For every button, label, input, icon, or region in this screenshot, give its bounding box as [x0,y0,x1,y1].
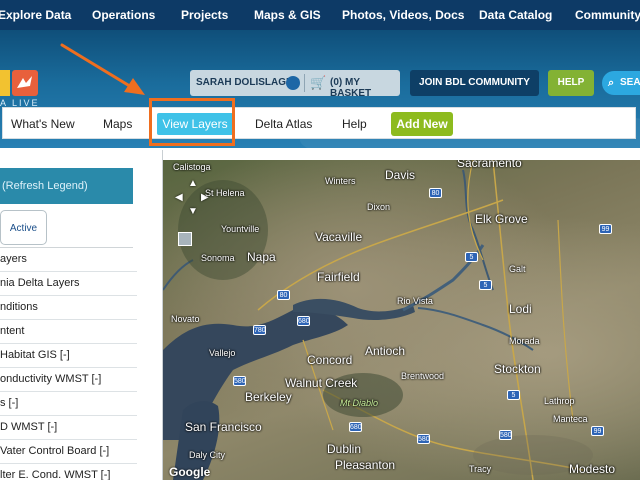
layers-panel: (Refresh Legend) Active ayers nia Delta … [0,150,163,480]
logo-bird-icon[interactable] [12,70,38,96]
tab-whats-new[interactable]: What's New [11,117,75,131]
map-label: Yountville [221,224,260,234]
map-label: Tracy [469,464,492,474]
layer-group-item[interactable]: ayers [0,248,137,272]
pan-up-icon[interactable]: ▲ [188,178,198,189]
tab-active-layers[interactable]: Active [0,210,47,245]
add-new-button[interactable]: Add New [391,112,453,136]
divider [304,74,305,92]
nav-data-catalog[interactable]: Data Catalog [479,8,552,22]
map-label: Berkeley [245,390,292,404]
user-name[interactable]: SARAH DOLISLAGER [196,77,300,88]
nav-community[interactable]: Community [575,8,640,22]
cart-icon[interactable]: 🛒 [310,75,326,91]
street-view-pegman-icon[interactable] [178,232,192,246]
highway-shield: 580 [233,376,246,386]
tab-delta-atlas[interactable]: Delta Atlas [255,117,312,131]
map-label: Vacaville [315,230,363,244]
map-label: Winters [325,176,356,186]
nav-projects[interactable]: Projects [181,8,228,22]
annotation-highlight-box [149,98,235,146]
map-label: Fairfield [317,270,360,284]
basket-link[interactable]: (0) MY BASKET [330,77,400,99]
map-label: Rio Vista [397,296,433,306]
layer-item[interactable]: Habitat GIS [-] [0,344,137,368]
map-label: Brentwood [401,371,445,381]
secondary-navigation: What's New Maps View Layers Delta Atlas … [2,107,636,139]
search-label: SEAR [620,77,640,88]
refresh-legend-link[interactable]: (Refresh Legend) [0,168,133,204]
map-label: Pleasanton [335,458,396,472]
layer-group-item[interactable]: nditions [0,296,137,320]
map-label: St Helena [205,188,245,198]
nav-explore-data[interactable]: Explore Data [0,8,71,22]
highway-shield: 5 [465,252,478,262]
map-label: Concord [307,353,353,367]
highway-shield: 99 [591,426,604,436]
highway-shield: 80 [429,188,442,198]
layer-group-item[interactable]: ntent [0,320,137,344]
map-label: Lathrop [544,396,575,406]
highway-shield: 5 [507,390,520,400]
map-label: Galt [509,264,526,274]
join-community-button[interactable]: JOIN BDL COMMUNITY [410,70,539,96]
map-label: Daly City [189,450,226,460]
map-label: Calistoga [173,162,211,172]
logo-yellow-block [0,70,10,96]
highway-shield: 580 [499,430,512,440]
gear-icon[interactable] [286,76,300,90]
map-label: Napa [247,250,276,264]
map-pan-control[interactable]: ▲ ◀ ▶ ▼ [173,178,213,218]
pan-left-icon[interactable]: ◀ [175,192,183,203]
highway-shield: 780 [253,325,266,335]
map-label: Manteca [553,414,588,424]
tab-help[interactable]: Help [342,117,367,131]
layer-item[interactable]: Vater Control Board [-] [0,440,137,464]
layer-tabs: Active [0,210,133,248]
top-navigation-bar: Explore Data Operations Projects Maps & … [0,0,640,30]
map-label: Davis [385,168,416,182]
map-label: Dixon [367,202,391,212]
map-label: San Francisco [185,420,262,434]
map-label: Mt Diablo [340,398,379,408]
highway-shield: 80 [277,290,290,300]
search-icon: ⌕ [608,77,615,89]
highway-shield: 580 [417,434,430,444]
help-button[interactable]: HELP [548,70,594,96]
google-logo: Google [169,465,211,479]
map-label: Lodi [509,302,532,316]
pan-down-icon[interactable]: ▼ [188,206,198,217]
map-label: Modesto [569,462,616,476]
map-label: Stockton [494,362,541,376]
highway-shield: 99 [599,224,612,234]
layer-item[interactable]: onductivity WMST [-] [0,368,137,392]
user-account-box: SARAH DOLISLAGER 🛒 (0) MY BASKET [190,70,400,99]
highway-shield: 680 [349,422,362,432]
search-button[interactable]: ⌕ SEAR [602,71,640,95]
layer-item[interactable]: D WMST [-] [0,416,137,440]
layer-group-item[interactable]: nia Delta Layers [0,272,137,296]
map-label: Walnut Creek [285,376,358,390]
map-label: Sonoma [201,253,235,263]
highway-shield: 5 [479,280,492,290]
map-label: Sacramento [457,160,522,170]
map-label: Antioch [365,344,406,358]
layer-item[interactable]: lter E. Cond. WMST [-] [0,464,137,480]
satellite-map[interactable]: ▲ ◀ ▶ ▼ Calistoga St Helena Yountville S… [163,160,640,480]
nav-photos-videos-docs[interactable]: Photos, Videos, Docs [342,8,464,22]
map-label: Vallejo [209,348,236,358]
nav-maps-gis[interactable]: Maps & GIS [254,8,321,22]
layer-item[interactable]: s [-] [0,392,137,416]
highway-shield: 680 [297,316,310,326]
nav-operations[interactable]: Operations [92,8,155,22]
tab-maps[interactable]: Maps [103,117,132,131]
map-label: Dublin [327,442,362,456]
map-label: Elk Grove [475,212,528,226]
map-label: Novato [171,314,200,324]
map-label: Morada [509,336,540,346]
